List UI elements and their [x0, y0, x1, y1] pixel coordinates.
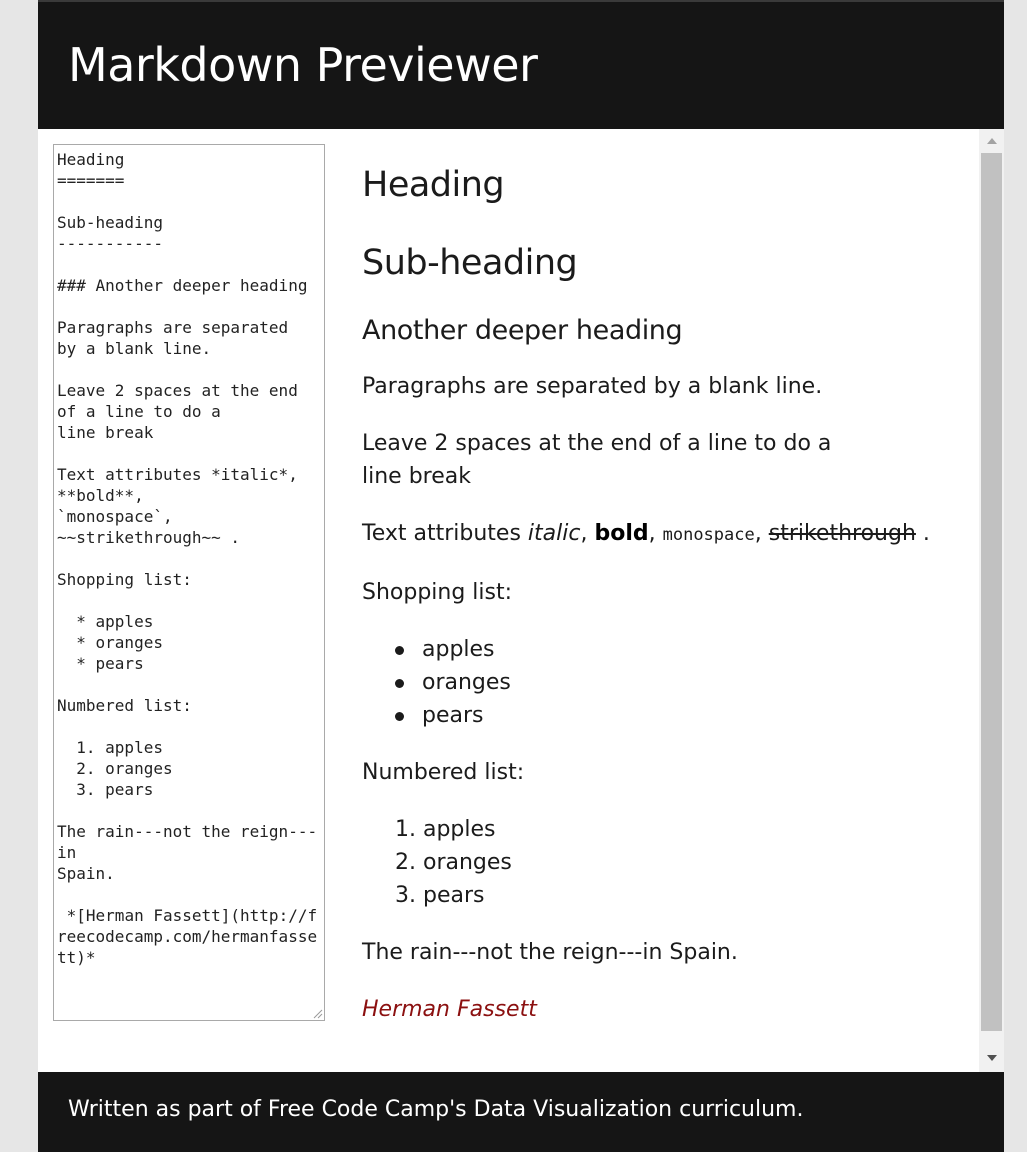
list-item: oranges [395, 666, 962, 699]
author-paragraph: Herman Fassett [362, 993, 962, 1026]
attr-separator: , [754, 521, 769, 546]
shopping-list-label: Shopping list: [362, 580, 513, 605]
monospace-text: monospace [662, 525, 755, 545]
italic-text: italic [527, 521, 581, 546]
list-item: pears [395, 699, 962, 732]
app-footer: Written as part of Free Code Camp's Data… [38, 1072, 1004, 1152]
main-content: Heading ======= Sub-heading ----------- … [38, 129, 1004, 1072]
shopping-list: apples oranges pears [362, 633, 962, 732]
bullet-icon [395, 646, 404, 655]
markdown-editor[interactable]: Heading ======= Sub-heading ----------- … [53, 144, 325, 1021]
author-link[interactable]: Herman Fassett [362, 997, 537, 1022]
line-break-line-1: Leave 2 spaces at the end of a line to d… [362, 431, 832, 456]
strikethrough-text: strikethrough [768, 521, 916, 546]
line-break-line-2: line break [362, 464, 471, 489]
page-title: Markdown Previewer [68, 38, 538, 92]
list-item: apples [395, 633, 962, 666]
app-frame: Markdown Previewer Heading ======= Sub-h… [38, 0, 1004, 1152]
footer-text: Written as part of Free Code Camp's Data… [68, 1097, 804, 1122]
list-item-text: pears [422, 703, 484, 728]
scroll-up-button[interactable] [979, 131, 1004, 151]
arrow-down-icon [986, 1055, 997, 1061]
app-header: Markdown Previewer [38, 0, 1004, 129]
preview-heading-1: Heading [362, 165, 505, 205]
numbered-list-label: Numbered list: [362, 760, 525, 785]
attr-separator: , [648, 521, 663, 546]
numbered-list: 1. apples 2. oranges 3. pears [362, 813, 962, 912]
resize-grip-icon[interactable] [313, 1009, 323, 1019]
preview-line-break-paragraph: Leave 2 spaces at the end of a line to d… [362, 427, 962, 493]
arrow-up-icon [986, 138, 997, 144]
rain-paragraph: The rain---not the reign---in Spain. [362, 940, 738, 965]
attributes-prefix: Text attributes [362, 521, 528, 546]
preview-text-attributes: Text attributes italic, bold, monospace,… [362, 517, 962, 552]
list-item-text: apples [422, 637, 495, 662]
preview-paragraph: Paragraphs are separated by a blank line… [362, 374, 823, 399]
bold-text: bold [594, 521, 649, 546]
attr-separator: , [580, 521, 595, 546]
scrollbar-thumb[interactable] [981, 153, 1002, 1031]
scroll-down-button[interactable] [979, 1048, 1004, 1068]
list-item-text: oranges [422, 670, 511, 695]
bullet-icon [395, 712, 404, 721]
list-item: 2. oranges [395, 850, 512, 875]
preview-scrollbar[interactable] [979, 129, 1004, 1072]
bullet-icon [395, 679, 404, 688]
preview-heading-2: Sub-heading [362, 243, 578, 283]
attr-end: . [915, 521, 930, 546]
list-item: 1. apples [395, 817, 496, 842]
preview-heading-3: Another deeper heading [362, 315, 683, 346]
markdown-preview: Heading Sub-heading Another deeper headi… [362, 165, 962, 1050]
list-item: 3. pears [395, 883, 485, 908]
